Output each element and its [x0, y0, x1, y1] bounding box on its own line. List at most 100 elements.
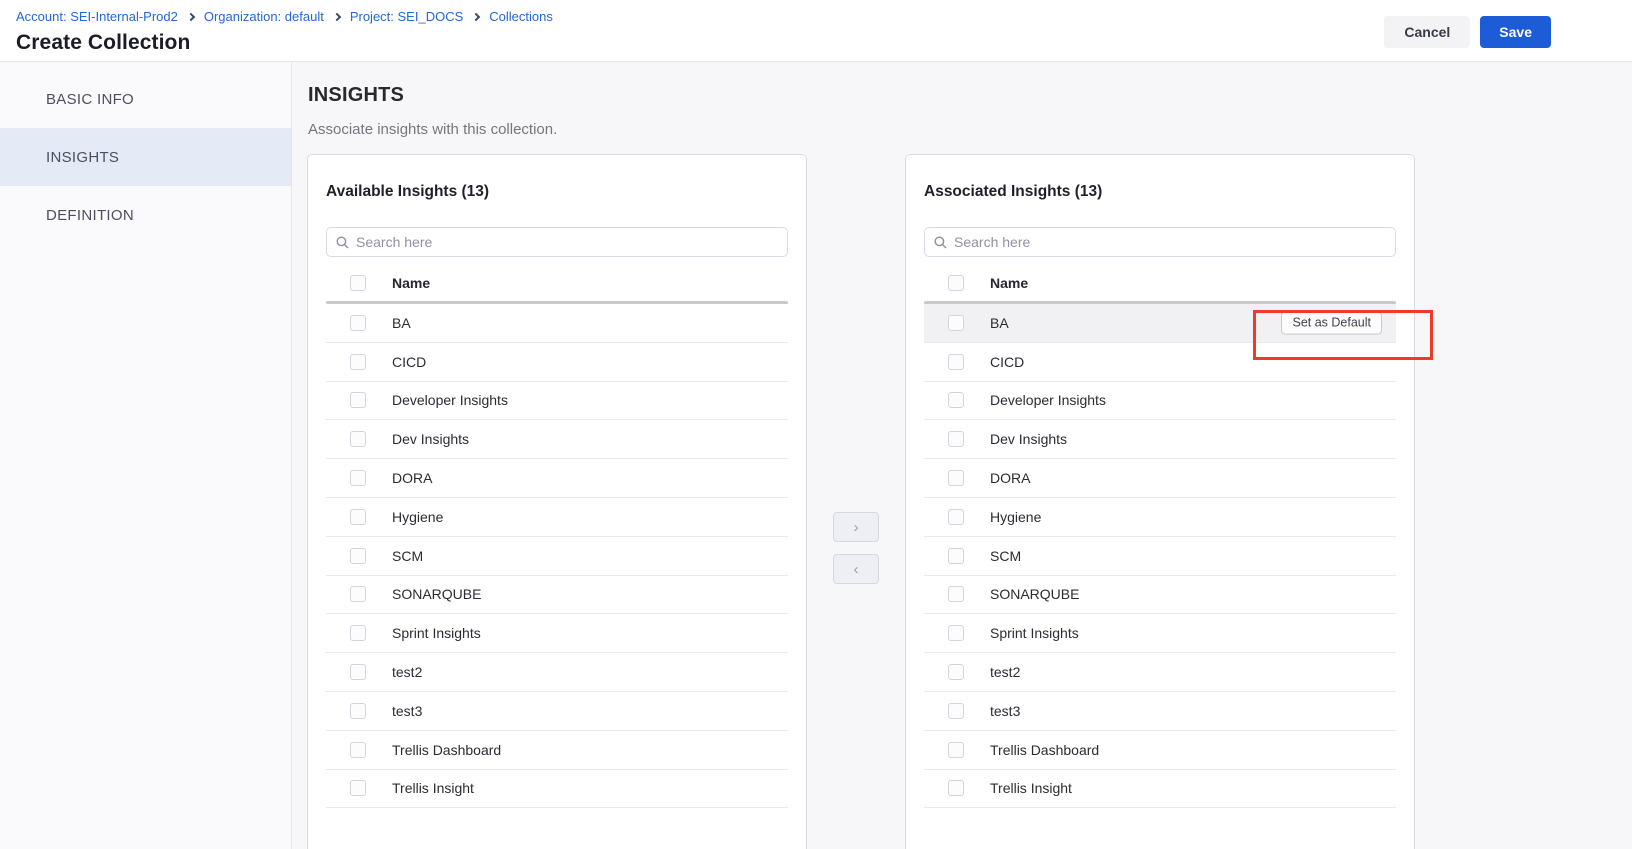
insight-name: BA	[392, 315, 411, 331]
table-row: test2	[326, 653, 788, 692]
row-checkbox[interactable]	[350, 392, 366, 408]
row-checkbox[interactable]	[948, 664, 964, 680]
row-checkbox[interactable]	[350, 548, 366, 564]
row-checkbox[interactable]	[948, 586, 964, 602]
table-row: Sprint Insights	[326, 614, 788, 653]
cancel-button[interactable]: Cancel	[1384, 16, 1470, 48]
breadcrumb-project-link[interactable]: Project: SEI_DOCS	[350, 9, 463, 24]
row-checkbox[interactable]	[948, 703, 964, 719]
insight-name: Trellis Insight	[392, 780, 474, 796]
insight-name: Developer Insights	[990, 392, 1106, 408]
row-checkbox[interactable]	[350, 315, 366, 331]
associated-search-box	[924, 227, 1396, 257]
row-checkbox[interactable]	[948, 509, 964, 525]
save-button[interactable]: Save	[1480, 16, 1551, 48]
row-checkbox[interactable]	[350, 431, 366, 447]
row-checkbox[interactable]	[948, 625, 964, 641]
available-search-input[interactable]	[356, 234, 778, 250]
row-checkbox[interactable]	[350, 586, 366, 602]
insight-name: SONARQUBE	[990, 586, 1079, 602]
row-checkbox[interactable]	[948, 392, 964, 408]
sidebar-item-insights[interactable]: INSIGHTS	[0, 128, 291, 186]
available-insights-panel: Available Insights (13) Name BACICDDevel…	[307, 154, 807, 849]
insight-name: test3	[392, 703, 422, 719]
row-checkbox[interactable]	[948, 431, 964, 447]
insight-name: DORA	[990, 470, 1030, 486]
table-row: Sprint Insights	[924, 614, 1396, 653]
row-checkbox[interactable]	[350, 780, 366, 796]
available-table-header: Name	[326, 265, 788, 301]
insight-name: Developer Insights	[392, 392, 508, 408]
table-row: Trellis Insight	[924, 770, 1396, 809]
insight-name: Trellis Dashboard	[392, 742, 501, 758]
row-checkbox[interactable]	[350, 742, 366, 758]
set-as-default-button[interactable]: Set as Default	[1281, 311, 1382, 334]
name-column-header: Name	[990, 275, 1028, 291]
section-heading: INSIGHTS	[308, 84, 1632, 107]
table-row: SONARQUBE	[924, 576, 1396, 615]
main-content: INSIGHTS Associate insights with this co…	[292, 62, 1632, 849]
name-column-header: Name	[392, 275, 430, 291]
row-checkbox[interactable]	[350, 470, 366, 486]
table-row: test3	[924, 692, 1396, 731]
insight-name: Dev Insights	[392, 431, 469, 447]
select-all-checkbox[interactable]	[350, 275, 366, 291]
insight-name: SCM	[392, 548, 423, 564]
table-row: Hygiene	[924, 498, 1396, 537]
insight-name: DORA	[392, 470, 432, 486]
table-row: CICD	[326, 343, 788, 382]
row-checkbox[interactable]	[350, 509, 366, 525]
table-row: BA	[326, 304, 788, 343]
insight-name: Dev Insights	[990, 431, 1067, 447]
row-checkbox[interactable]	[350, 703, 366, 719]
table-row: DORA	[326, 459, 788, 498]
sidebar-item-basic-info[interactable]: BASIC INFO	[0, 70, 291, 128]
breadcrumb-collections-link[interactable]: Collections	[489, 9, 553, 24]
table-row: Dev Insights	[326, 420, 788, 459]
breadcrumb-organization-link[interactable]: Organization: default	[204, 9, 324, 24]
table-row: Trellis Insight	[326, 770, 788, 809]
table-row: Dev Insights	[924, 420, 1396, 459]
row-checkbox[interactable]	[350, 354, 366, 370]
associated-insights-title: Associated Insights (13)	[924, 183, 1396, 201]
insight-name: test3	[990, 703, 1020, 719]
row-checkbox[interactable]	[948, 780, 964, 796]
row-checkbox[interactable]	[350, 625, 366, 641]
chevron-right-icon	[333, 12, 341, 20]
row-checkbox[interactable]	[350, 664, 366, 680]
row-checkbox[interactable]	[948, 742, 964, 758]
chevron-left-icon: ‹	[854, 561, 859, 578]
row-checkbox[interactable]	[948, 315, 964, 331]
breadcrumb: Account: SEI-Internal-Prod2 Organization…	[16, 9, 553, 24]
breadcrumb-account-link[interactable]: Account: SEI-Internal-Prod2	[16, 9, 178, 24]
table-row: Hygiene	[326, 498, 788, 537]
table-row: BASet as Default	[924, 304, 1396, 343]
table-row: test3	[326, 692, 788, 731]
row-checkbox[interactable]	[948, 470, 964, 486]
page-title: Create Collection	[16, 31, 553, 55]
table-row: CICD	[924, 343, 1396, 382]
row-checkbox[interactable]	[948, 354, 964, 370]
chevron-right-icon	[472, 12, 480, 20]
table-row: Developer Insights	[326, 382, 788, 421]
associated-insights-panel: Associated Insights (13) Name BASet as D…	[905, 154, 1415, 849]
sidebar-item-definition[interactable]: DEFINITION	[0, 186, 291, 244]
available-search-box	[326, 227, 788, 257]
section-subtitle: Associate insights with this collection.	[308, 121, 1632, 138]
associated-insights-list: BASet as DefaultCICD Developer Insights De…	[924, 304, 1396, 808]
table-row: SCM	[924, 537, 1396, 576]
insight-name: SCM	[990, 548, 1021, 564]
select-all-checkbox[interactable]	[948, 275, 964, 291]
available-insights-list: BA CICD Developer Insights Dev Insights DORA…	[326, 304, 788, 808]
magnifier-icon	[336, 236, 349, 249]
move-right-button[interactable]: ›	[833, 512, 879, 542]
move-left-button[interactable]: ‹	[833, 554, 879, 584]
wizard-step-sidebar: BASIC INFO INSIGHTS DEFINITION	[0, 62, 292, 849]
row-checkbox[interactable]	[948, 548, 964, 564]
associated-search-input[interactable]	[954, 234, 1386, 250]
insight-name: test2	[990, 664, 1020, 680]
chevron-right-icon	[187, 12, 195, 20]
table-row: test2	[924, 653, 1396, 692]
table-row: DORA	[924, 459, 1396, 498]
insight-name: Sprint Insights	[392, 625, 481, 641]
